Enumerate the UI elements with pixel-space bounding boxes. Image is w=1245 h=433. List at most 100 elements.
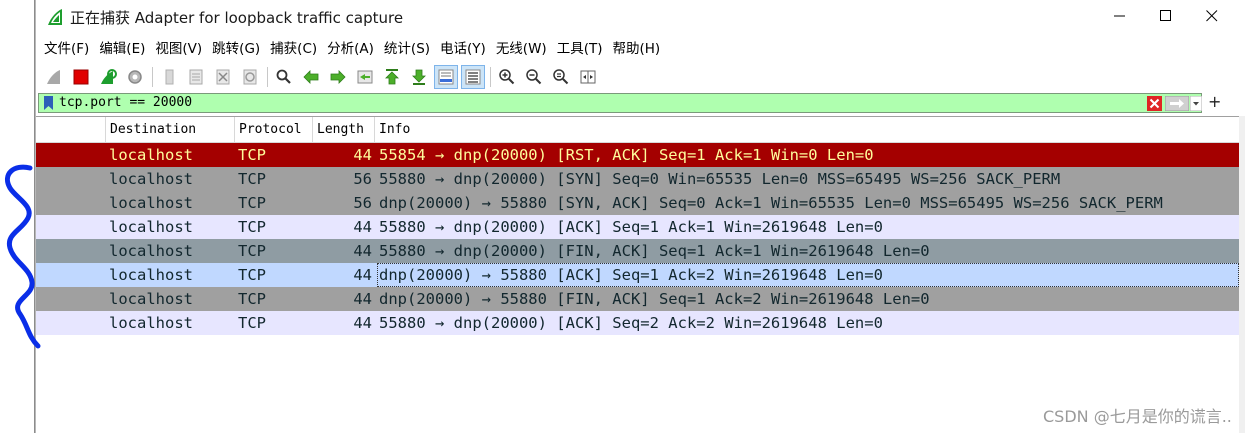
packet-destination: localhost bbox=[109, 194, 193, 212]
menu-telephony[interactable]: 电话(Y) bbox=[436, 38, 490, 60]
packet-info: dnp(20000) → 55880 [FIN, ACK] Seq=1 Ack=… bbox=[379, 290, 930, 308]
column-header-protocol[interactable]: Protocol bbox=[234, 117, 312, 143]
zoom-in-icon bbox=[499, 69, 515, 85]
packet-list-header: Destination Protocol Length Info bbox=[36, 117, 1239, 143]
packet-length: 44 bbox=[353, 146, 372, 164]
display-filter-input[interactable]: tcp.port == 20000 bbox=[38, 93, 1202, 113]
packet-info: dnp(20000) → 55880 [SYN, ACK] Seq=0 Ack=… bbox=[379, 194, 1163, 212]
packet-length: 44 bbox=[353, 266, 372, 284]
packet-length: 56 bbox=[353, 170, 372, 188]
open-file-button[interactable] bbox=[157, 65, 181, 89]
packet-protocol: TCP bbox=[238, 242, 266, 260]
column-header-destination[interactable]: Destination bbox=[105, 117, 234, 143]
packet-length: 44 bbox=[353, 314, 372, 332]
packet-protocol: TCP bbox=[238, 146, 266, 164]
filter-history-dropdown-icon[interactable] bbox=[1190, 96, 1202, 111]
packet-destination: localhost bbox=[109, 266, 193, 284]
menu-analyze[interactable]: 分析(A) bbox=[323, 38, 378, 60]
menu-go[interactable]: 跳转(G) bbox=[208, 38, 264, 60]
search-icon bbox=[276, 69, 291, 84]
minimize-button[interactable] bbox=[1097, 0, 1143, 32]
toolbar-separator bbox=[152, 67, 153, 87]
packet-destination: localhost bbox=[109, 290, 193, 308]
window-title: 正在捕获 Adapter for loopback traffic captur… bbox=[70, 9, 404, 27]
go-back-button[interactable] bbox=[299, 65, 323, 89]
close-icon bbox=[1206, 10, 1218, 22]
capture-options-button[interactable] bbox=[123, 65, 147, 89]
gear-icon bbox=[128, 70, 142, 84]
packet-row[interactable]: localhost TCP 44 55880 → dnp(20000) [ACK] S… bbox=[36, 215, 1239, 239]
menu-statistics[interactable]: 统计(S) bbox=[380, 38, 434, 60]
packet-destination: localhost bbox=[109, 146, 193, 164]
stop-capture-button[interactable] bbox=[69, 65, 93, 89]
normal-size-button[interactable] bbox=[549, 65, 573, 89]
title-bar: 正在捕获 Adapter for loopback traffic captur… bbox=[36, 0, 1245, 34]
start-capture-button[interactable] bbox=[42, 65, 66, 89]
apply-filter-icon[interactable] bbox=[1165, 96, 1189, 111]
packet-info: 55880 → dnp(20000) [ACK] Seq=2 Ack=2 Win… bbox=[379, 314, 883, 332]
zoom-out-button[interactable] bbox=[522, 65, 546, 89]
reload-file-button[interactable] bbox=[238, 65, 262, 89]
bookmark-icon[interactable] bbox=[43, 96, 54, 110]
clear-filter-icon[interactable] bbox=[1147, 96, 1162, 111]
wireshark-icon bbox=[48, 9, 62, 25]
find-packet-button[interactable] bbox=[272, 65, 296, 89]
zoom-in-button[interactable] bbox=[495, 65, 519, 89]
go-forward-button[interactable] bbox=[326, 65, 350, 89]
column-header-info[interactable]: Info bbox=[374, 117, 1239, 143]
packet-destination: localhost bbox=[109, 218, 193, 236]
packet-list: Destination Protocol Length Info localho… bbox=[36, 116, 1239, 433]
packet-row[interactable]: localhost TCP 44 dnp(20000) → 55880 [ACK] S… bbox=[36, 263, 1239, 287]
packet-row[interactable]: localhost TCP 44 55880 → dnp(20000) [FIN, A… bbox=[36, 239, 1239, 263]
menu-view[interactable]: 视图(V) bbox=[151, 38, 206, 60]
auto-scroll-icon bbox=[438, 69, 454, 85]
save-file-button[interactable] bbox=[184, 65, 208, 89]
menu-tools[interactable]: 工具(T) bbox=[553, 38, 607, 60]
close-button[interactable] bbox=[1189, 0, 1235, 32]
packet-destination: localhost bbox=[109, 314, 193, 332]
menu-wireless[interactable]: 无线(W) bbox=[492, 38, 551, 60]
packet-protocol: TCP bbox=[238, 266, 266, 284]
packet-row[interactable]: localhost TCP 44 55880 → dnp(20000) [ACK] S… bbox=[36, 311, 1239, 335]
toolbar-separator bbox=[267, 67, 268, 87]
resize-columns-button[interactable] bbox=[576, 65, 600, 89]
colorize-icon bbox=[465, 69, 481, 85]
packet-row[interactable]: localhost TCP 44 dnp(20000) → 55880 [FIN, A… bbox=[36, 287, 1239, 311]
restart-capture-button[interactable] bbox=[96, 65, 120, 89]
display-filter-bar: tcp.port == 20000 + bbox=[36, 92, 1245, 114]
menu-edit[interactable]: 编辑(E) bbox=[95, 38, 149, 60]
stop-icon bbox=[73, 69, 89, 85]
menu-help[interactable]: 帮助(H) bbox=[608, 38, 664, 60]
close-file-button[interactable] bbox=[211, 65, 235, 89]
packet-length: 56 bbox=[353, 194, 372, 212]
packet-row[interactable]: localhost TCP 56 55880 → dnp(20000) [SYN] S… bbox=[36, 167, 1239, 191]
toolbar-separator bbox=[490, 67, 491, 87]
maximize-button[interactable] bbox=[1143, 0, 1189, 32]
packet-info: 55880 → dnp(20000) [ACK] Seq=1 Ack=1 Win… bbox=[379, 218, 883, 236]
shark-fin-icon bbox=[47, 70, 60, 84]
zoom-out-icon bbox=[526, 69, 542, 85]
filter-expression[interactable]: tcp.port == 20000 bbox=[59, 95, 192, 111]
vertical-scrollbar[interactable] bbox=[1239, 116, 1245, 433]
packet-protocol: TCP bbox=[238, 194, 266, 212]
file-save-icon bbox=[189, 69, 203, 85]
packet-info: 55854 → dnp(20000) [RST, ACK] Seq=1 Ack=… bbox=[379, 146, 874, 164]
packet-row[interactable]: localhost TCP 56 dnp(20000) → 55880 [SYN, A… bbox=[36, 191, 1239, 215]
menu-file[interactable]: 文件(F) bbox=[40, 38, 93, 60]
menu-capture[interactable]: 捕获(C) bbox=[266, 38, 321, 60]
auto-scroll-button[interactable] bbox=[434, 65, 458, 89]
add-filter-button[interactable]: + bbox=[1208, 92, 1221, 112]
main-toolbar bbox=[36, 62, 1245, 92]
packet-rows: localhost TCP 44 55854 → dnp(20000) [RST, A… bbox=[36, 143, 1239, 335]
first-packet-button[interactable] bbox=[380, 65, 404, 89]
packet-info: 55880 → dnp(20000) [SYN] Seq=0 Win=65535… bbox=[379, 170, 1061, 188]
packet-protocol: TCP bbox=[238, 314, 266, 332]
column-header-length[interactable]: Length bbox=[312, 117, 374, 143]
last-packet-button[interactable] bbox=[407, 65, 431, 89]
handwritten-brace-annotation bbox=[5, 164, 41, 349]
packet-length: 44 bbox=[353, 290, 372, 308]
wireshark-window: 正在捕获 Adapter for loopback traffic captur… bbox=[36, 0, 1245, 433]
go-to-packet-button[interactable] bbox=[353, 65, 377, 89]
packet-row[interactable]: localhost TCP 44 55854 → dnp(20000) [RST, A… bbox=[36, 143, 1239, 167]
colorize-button[interactable] bbox=[461, 65, 485, 89]
